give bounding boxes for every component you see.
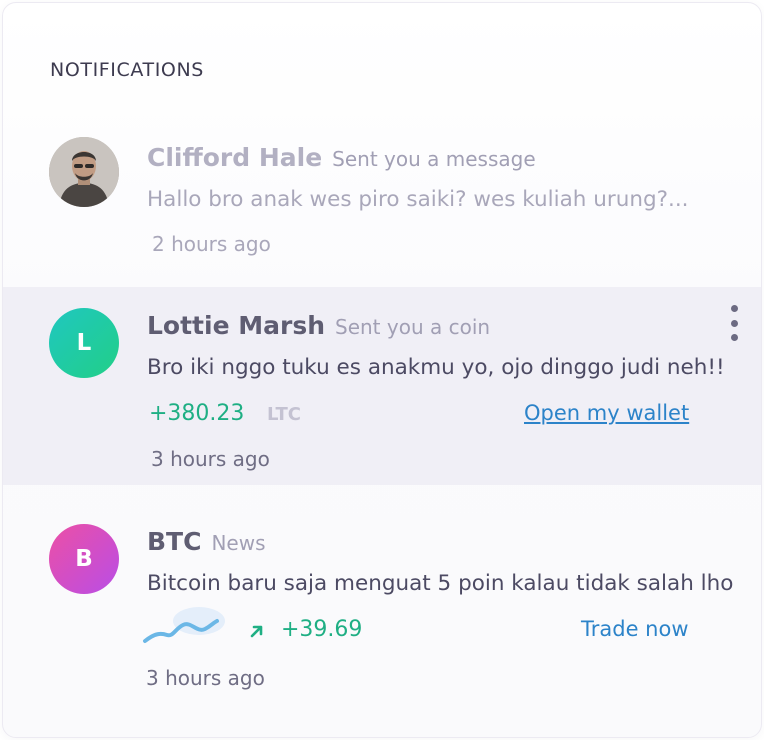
trade-now-link[interactable]: Trade now (581, 617, 689, 641)
notification-item[interactable]: L Lottie Marsh Sent you a coin Bro iki ng… (3, 287, 761, 485)
notification-time: 3 hours ago (151, 447, 270, 471)
notifications-panel: NOTIFICATIONS Clifford Hale Sent you a me… (2, 2, 762, 738)
notification-action: News (211, 531, 266, 555)
notification-message: Bro iki nggo tuku es anakmu yo, ojo ding… (147, 355, 725, 380)
notification-item[interactable]: B BTC News Bitcoin baru saja menguat 5 po… (3, 487, 761, 717)
sender-name-text: Clifford Hale (147, 143, 323, 172)
sender-name: Clifford Hale Sent you a message (147, 143, 536, 172)
coin-ticker: LTC (267, 404, 301, 425)
avatar: L (49, 308, 119, 378)
price-change: +39.69 (281, 617, 363, 642)
notification-message: Bitcoin baru saja menguat 5 poin kalau t… (147, 571, 734, 596)
user-photo-icon (49, 137, 119, 207)
sender-name-text: BTC (147, 527, 202, 556)
sparkline-icon (143, 607, 225, 643)
notification-time: 2 hours ago (152, 232, 271, 256)
notification-message: Hallo bro anak wes piro saiki? wes kulia… (147, 187, 689, 212)
avatar-letter: L (76, 330, 92, 356)
sender-name-text: Lottie Marsh (147, 311, 325, 340)
notification-action: Sent you a coin (335, 315, 491, 339)
panel-title: NOTIFICATIONS (50, 59, 204, 81)
notification-time: 3 hours ago (146, 666, 265, 690)
open-wallet-link[interactable]: Open my wallet (524, 401, 689, 425)
avatar-letter: B (75, 546, 93, 572)
avatar (49, 137, 119, 207)
more-options-icon[interactable] (725, 305, 743, 341)
sender-name: Lottie Marsh Sent you a coin (147, 311, 490, 340)
sender-name: BTC News (147, 527, 266, 556)
arrow-up-right-icon (250, 625, 263, 638)
avatar: B (49, 524, 119, 594)
notification-action: Sent you a message (332, 147, 536, 171)
coin-amount: +380.23 (149, 401, 245, 426)
notification-item[interactable]: Clifford Hale Sent you a message Hallo br… (3, 123, 761, 285)
